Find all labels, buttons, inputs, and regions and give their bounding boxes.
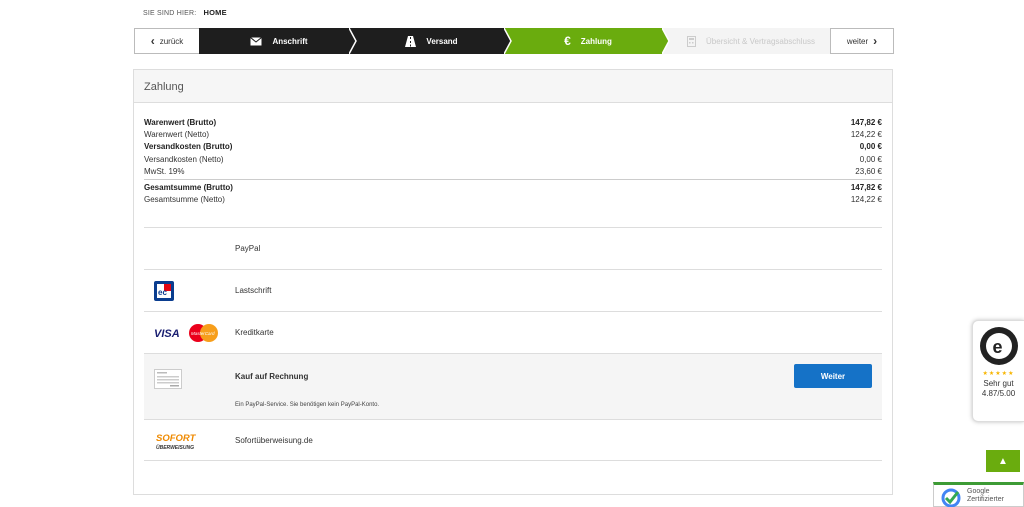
svg-text:SOFORT: SOFORT (156, 433, 197, 444)
payment-label: Kreditkarte (235, 328, 274, 337)
payment-label: Sofortüberweisung.de (235, 436, 313, 445)
summary-row: Gesamtsumme (Brutto) 147,82 € (144, 182, 882, 192)
payment-option-lastschrift[interactable]: ec Lastschrift (144, 269, 882, 311)
google-check-icon (941, 488, 961, 507)
payment-label: Kauf auf Rechnung (235, 372, 309, 381)
step-label: Versand (426, 36, 458, 46)
envelope-icon (250, 36, 263, 45)
ec-logo-icon: ec (154, 281, 174, 301)
rating-text: Sehr gut (983, 379, 1014, 388)
breadcrumb-home-link[interactable]: HOME (204, 8, 227, 17)
summary-row: Gesamtsumme (Netto) 124,22 € (144, 195, 882, 205)
checkout-steps: ‹ zurück Anschrift Versand € Zahlung Übe… (134, 28, 894, 54)
trusted-shops-badge[interactable]: e ★★★★★ Sehr gut 4.87/5.00 (972, 320, 1024, 422)
summary-row: Versandkosten (Brutto) 0,00 € (144, 142, 882, 152)
payment-panel: Zahlung Warenwert (Brutto) 147,82 € Waren… (133, 69, 893, 495)
weiter-button[interactable]: Weiter (794, 364, 872, 388)
forward-button[interactable]: weiter › (830, 28, 894, 54)
step-label: Anschrift (272, 36, 308, 46)
chevron-up-icon: ▲ (998, 455, 1008, 467)
payment-label: Lastschrift (235, 286, 272, 295)
forward-button-label: weiter (846, 36, 869, 46)
summary-divider (144, 178, 882, 180)
google-line1: Google (967, 488, 990, 495)
calculator-icon (687, 35, 697, 47)
summary-row: MwSt. 19% 23,60 € (144, 166, 882, 176)
step-zahlung[interactable]: € Zahlung (514, 28, 662, 54)
payment-option-sofort[interactable]: SOFORT ÜBERWEISUNG Sofortüberweisung.de (144, 419, 882, 461)
breadcrumb: SIE SIND HIER: HOME (143, 8, 227, 17)
payment-description: Ein PayPal-Service. Sie benötigen kein P… (235, 402, 380, 408)
payment-label: PayPal (235, 244, 261, 253)
step-uebersicht: Übersicht & Vertragsabschluss (672, 28, 830, 54)
panel-title: Zahlung (134, 70, 892, 103)
order-summary: Warenwert (Brutto) 147,82 € Warenwert (Ne… (144, 117, 882, 206)
breadcrumb-prefix: SIE SIND HIER: (143, 10, 197, 17)
summary-row: Warenwert (Netto) 124,22 € (144, 130, 882, 140)
euro-icon: € (564, 34, 571, 48)
payment-option-paypal[interactable]: PayPal (144, 227, 882, 269)
summary-row: Warenwert (Brutto) 147,82 € (144, 118, 882, 127)
invoice-icon (154, 369, 182, 389)
road-icon (405, 35, 417, 47)
visa-mastercard-icon: VISA MasterCard (154, 324, 218, 342)
payment-option-kreditkarte[interactable]: VISA MasterCard Kreditkarte (144, 311, 882, 353)
step-label: Übersicht & Vertragsabschluss (706, 36, 815, 46)
svg-text:ec: ec (158, 288, 167, 297)
google-certified-badge[interactable]: Google Zertifizierter (933, 482, 1024, 507)
rating-stars: ★★★★★ (982, 371, 1015, 377)
svg-text:MasterCard: MasterCard (191, 331, 215, 336)
summary-row: Versandkosten (Netto) 0,00 € (144, 154, 882, 164)
payment-methods: PayPal ec Lastschrift VISA MasterCard Kr… (144, 227, 882, 461)
step-anschrift[interactable]: Anschrift (209, 28, 349, 54)
svg-text:VISA: VISA (154, 328, 180, 340)
trusted-shops-seal-icon: e (979, 327, 1018, 365)
payment-option-rechnung[interactable]: Kauf auf Rechnung Ein PayPal-Service. Si… (144, 353, 882, 419)
scroll-top-button[interactable]: ▲ (986, 450, 1020, 472)
sofort-logo-icon: SOFORT ÜBERWEISUNG (156, 433, 197, 451)
svg-text:ÜBERWEISUNG: ÜBERWEISUNG (156, 444, 194, 451)
step-versand[interactable]: Versand (359, 28, 504, 54)
google-line2: Zertifizierter (967, 496, 1004, 503)
rating-score: 4.87/5.00 (981, 389, 1016, 398)
chevron-right-icon: › (873, 34, 878, 48)
step-label: Zahlung (580, 36, 612, 46)
svg-text:e: e (992, 337, 1002, 357)
